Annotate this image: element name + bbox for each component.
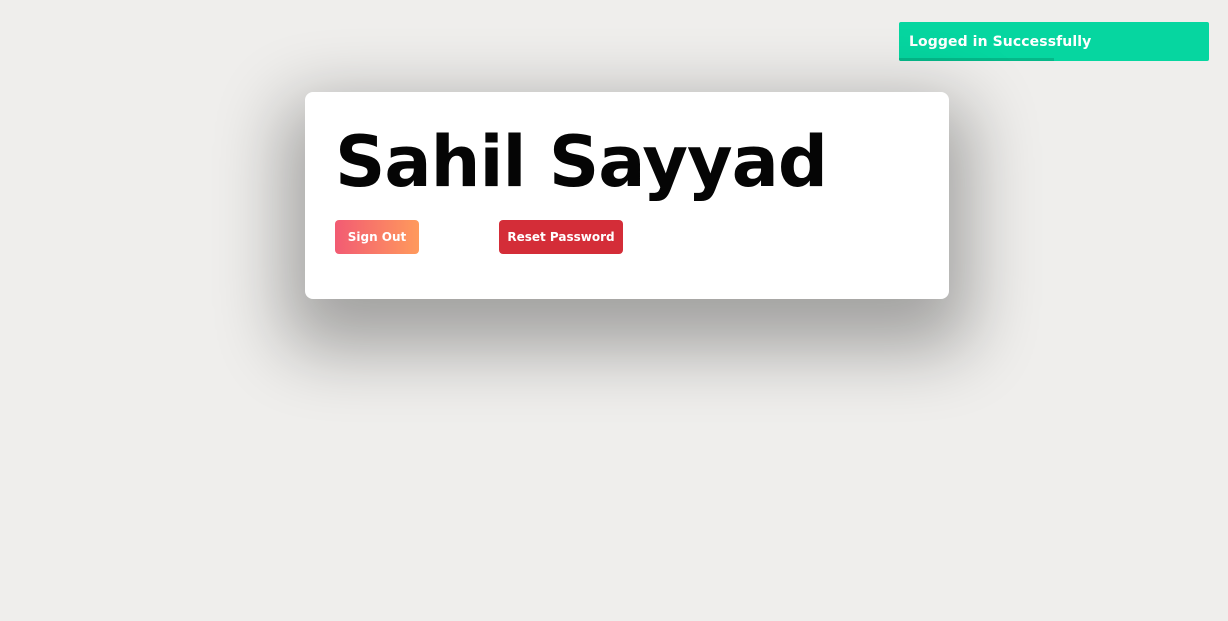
sign-out-button[interactable]: Sign Out [335, 220, 419, 254]
success-toast[interactable]: Logged in Successfully [899, 22, 1209, 61]
toast-progress-bar [899, 58, 1054, 61]
reset-password-button[interactable]: Reset Password [499, 220, 623, 254]
profile-card: Sahil Sayyad Sign Out Reset Password [305, 92, 949, 299]
user-name-heading: Sahil Sayyad [335, 121, 828, 203]
toast-message: Logged in Successfully [909, 33, 1092, 50]
page: Logged in Successfully Sahil Sayyad Sign… [0, 0, 1228, 621]
